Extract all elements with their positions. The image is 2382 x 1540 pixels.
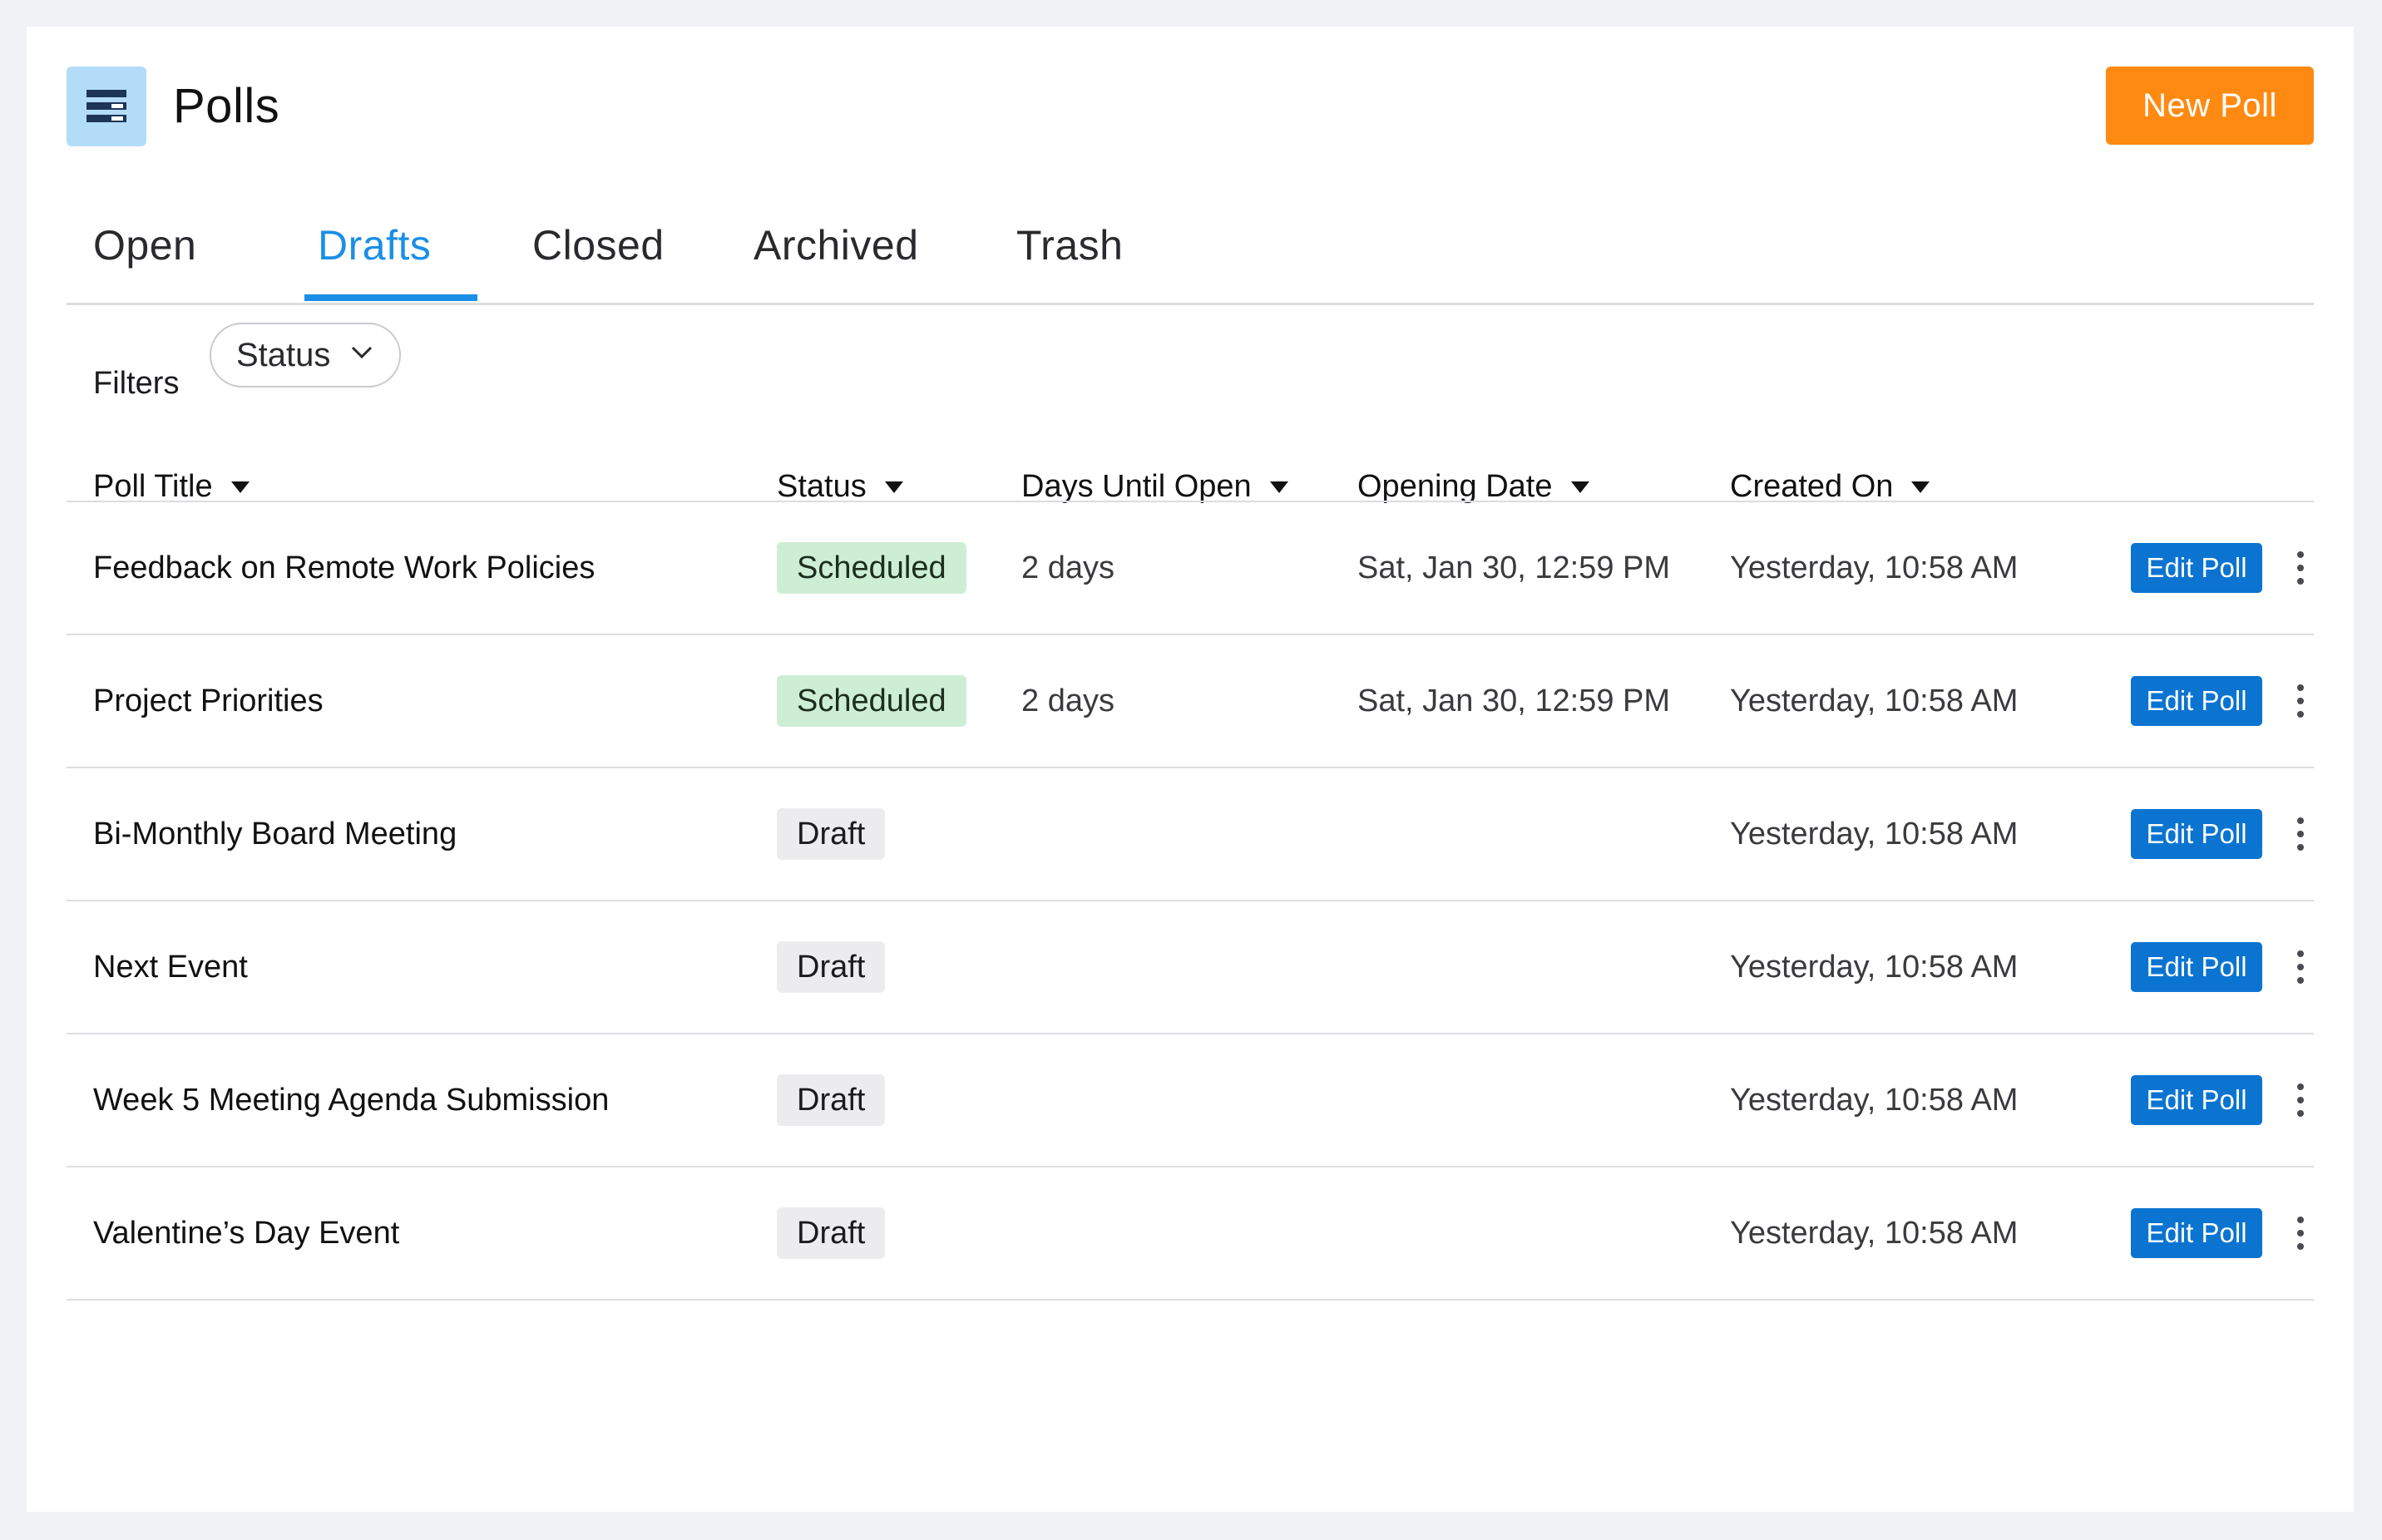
poll-title[interactable]: Project Priorities — [93, 635, 324, 767]
table-row: Next Event Draft Yesterday, 10:58 AM Edi… — [67, 901, 2314, 1034]
more-options-icon[interactable] — [2292, 817, 2309, 851]
more-options-icon[interactable] — [2292, 551, 2309, 585]
created-on: Yesterday, 10:58 AM — [1730, 683, 2019, 718]
more-options-icon[interactable] — [2292, 684, 2309, 718]
table-row: Valentine’s Day Event Draft Yesterday, 1… — [67, 1167, 2314, 1301]
status-cell: Draft — [777, 1034, 886, 1166]
edit-poll-button[interactable]: Edit Poll — [2131, 1208, 2262, 1258]
edit-cell: Edit Poll — [2131, 1167, 2262, 1299]
status-tabs: Open Drafts Closed Archived Trash — [67, 190, 2314, 305]
filters-label: Filters — [93, 366, 180, 401]
active-tab-indicator — [304, 294, 477, 301]
poll-title[interactable]: Bi-Monthly Board Meeting — [93, 768, 457, 900]
polls-list-icon — [67, 67, 146, 146]
edit-cell: Edit Poll — [2131, 502, 2262, 634]
column-label: Poll Title — [93, 469, 213, 504]
new-poll-button[interactable]: New Poll — [2106, 67, 2314, 145]
column-label: Created On — [1730, 469, 1894, 504]
tab-drafts[interactable]: Drafts — [318, 221, 431, 269]
edit-poll-button[interactable]: Edit Poll — [2131, 676, 2262, 726]
row-menu-cell — [2292, 635, 2309, 767]
status-cell: Scheduled — [777, 502, 966, 634]
status-filter-label: Status — [236, 336, 331, 373]
opening-date: Sat, Jan 30, 12:59 PM — [1357, 550, 1671, 585]
more-options-icon[interactable] — [2292, 1217, 2309, 1250]
sort-down-icon — [1911, 481, 1930, 493]
row-menu-cell — [2292, 901, 2309, 1033]
created-on: Yesterday, 10:58 AM — [1730, 550, 2019, 585]
status-cell: Scheduled — [777, 635, 966, 767]
edit-cell: Edit Poll — [2131, 635, 2262, 767]
page-title: Polls — [173, 79, 280, 133]
more-options-icon[interactable] — [2292, 950, 2309, 984]
status-badge: Draft — [777, 1074, 886, 1126]
edit-cell: Edit Poll — [2131, 901, 2262, 1033]
days-until-open: 2 days — [1021, 550, 1114, 585]
poll-title[interactable]: Valentine’s Day Event — [93, 1167, 399, 1299]
column-header-status[interactable]: Status — [777, 469, 903, 505]
polls-card: Polls New Poll Open Drafts Closed Archiv… — [27, 27, 2354, 1512]
table-row: Week 5 Meeting Agenda Submission Draft Y… — [67, 1034, 2314, 1167]
table-row: Project Priorities Scheduled 2 days Sat,… — [67, 635, 2314, 768]
poll-title[interactable]: Next Event — [93, 901, 248, 1033]
more-options-icon[interactable] — [2292, 1083, 2309, 1117]
poll-title[interactable]: Week 5 Meeting Agenda Submission — [93, 1034, 609, 1166]
table-row: Bi-Monthly Board Meeting Draft Yesterday… — [67, 768, 2314, 901]
column-label: Opening Date — [1357, 469, 1553, 504]
status-cell: Draft — [777, 901, 886, 1033]
sort-down-icon — [1570, 481, 1589, 493]
created-on: Yesterday, 10:58 AM — [1730, 816, 2019, 851]
tab-archived[interactable]: Archived — [754, 221, 919, 269]
column-header-opening-date[interactable]: Opening Date — [1357, 469, 1589, 505]
column-header-poll-title[interactable]: Poll Title — [93, 469, 250, 505]
tab-closed[interactable]: Closed — [532, 221, 665, 269]
status-badge: Draft — [777, 808, 886, 860]
sort-down-icon — [230, 481, 250, 493]
sort-down-icon — [884, 481, 903, 493]
row-menu-cell — [2292, 768, 2309, 900]
status-badge: Draft — [777, 941, 886, 993]
column-label: Days Until Open — [1021, 469, 1252, 504]
column-header-days-until-open[interactable]: Days Until Open — [1021, 469, 1288, 505]
tab-trash[interactable]: Trash — [1016, 221, 1123, 269]
row-menu-cell — [2292, 1167, 2309, 1299]
status-badge: Scheduled — [777, 542, 966, 594]
row-menu-cell — [2292, 502, 2309, 634]
chevron-down-icon — [351, 346, 373, 359]
created-on: Yesterday, 10:58 AM — [1730, 949, 2019, 985]
edit-poll-button[interactable]: Edit Poll — [2131, 809, 2262, 859]
status-badge: Draft — [777, 1207, 886, 1259]
days-until-open: 2 days — [1021, 683, 1114, 718]
status-cell: Draft — [777, 768, 886, 900]
edit-poll-button[interactable]: Edit Poll — [2131, 942, 2262, 992]
status-cell: Draft — [777, 1167, 886, 1299]
edit-cell: Edit Poll — [2131, 768, 2262, 900]
table-row: Feedback on Remote Work Policies Schedul… — [67, 502, 2314, 635]
edit-poll-button[interactable]: Edit Poll — [2131, 543, 2262, 593]
column-header-created-on[interactable]: Created On — [1730, 469, 1930, 505]
opening-date: Sat, Jan 30, 12:59 PM — [1357, 683, 1671, 718]
sort-down-icon — [1269, 481, 1288, 493]
created-on: Yesterday, 10:58 AM — [1730, 1215, 2019, 1251]
status-filter-dropdown[interactable]: Status — [210, 323, 401, 387]
row-menu-cell — [2292, 1034, 2309, 1166]
column-label: Status — [777, 469, 867, 504]
status-badge: Scheduled — [777, 675, 966, 727]
tab-open[interactable]: Open — [93, 221, 196, 269]
edit-cell: Edit Poll — [2131, 1034, 2262, 1166]
poll-title[interactable]: Feedback on Remote Work Policies — [93, 502, 595, 634]
edit-poll-button[interactable]: Edit Poll — [2131, 1075, 2262, 1125]
created-on: Yesterday, 10:58 AM — [1730, 1082, 2019, 1118]
